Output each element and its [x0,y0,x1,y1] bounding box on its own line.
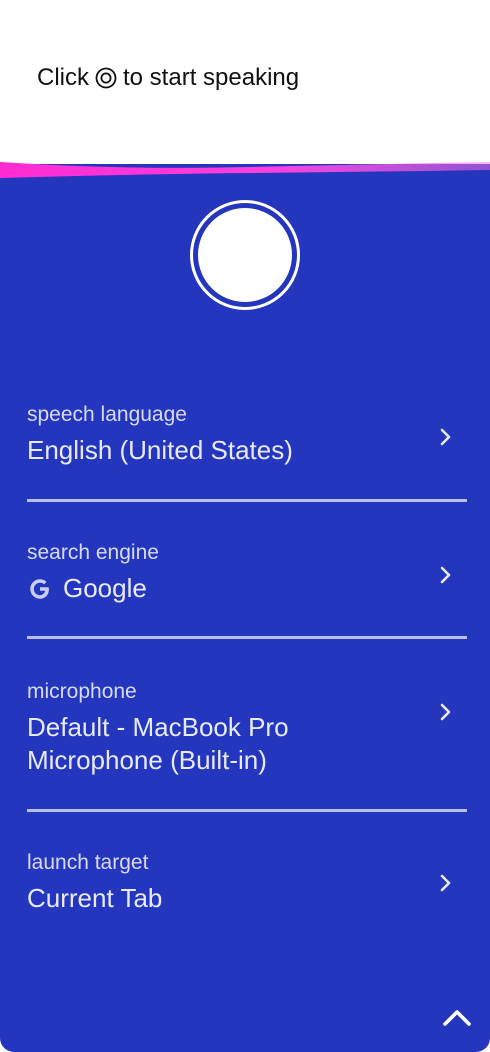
setting-label: speech language [27,403,187,426]
google-g-icon [27,576,53,602]
divider [27,499,467,502]
accent-wave [0,162,490,178]
setting-search-engine[interactable]: search engine Google [27,540,467,620]
chevron-up-icon [443,1010,471,1026]
record-button[interactable] [190,200,300,310]
divider [27,636,467,639]
start-prompt: Click to start speaking [37,64,299,92]
setting-label: launch target [27,851,149,874]
record-circle-icon [198,208,292,302]
chevron-right-icon [440,428,451,446]
prompt-text-after: to start speaking [123,64,300,91]
setting-value-line: Default - MacBook Pro [27,712,289,742]
setting-speech-language[interactable]: speech language English (United States) [27,402,467,482]
setting-label: search engine [27,541,159,564]
setting-microphone[interactable]: microphone Default - MacBook Pro Microph… [27,679,467,789]
chevron-right-icon [440,566,451,584]
collapse-button[interactable] [440,1002,474,1032]
setting-launch-target[interactable]: launch target Current Tab [27,850,467,930]
prompt-text-before: Click [37,64,89,91]
voice-search-popup: Click to start speaking speech language [0,0,490,1052]
setting-value-text: Google [63,573,147,603]
setting-value: Google [27,572,467,605]
divider [27,809,467,812]
setting-value: Default - MacBook Pro Microphone (Built-… [27,711,467,777]
header: Click to start speaking [0,0,490,170]
mic-circle-icon [95,67,117,89]
setting-label: microphone [27,680,137,703]
setting-value: English (United States) [27,435,293,465]
chevron-right-icon [440,703,451,721]
setting-value-line: Microphone (Built-in) [27,745,267,775]
chevron-right-icon [440,874,451,892]
setting-value: Current Tab [27,883,163,913]
